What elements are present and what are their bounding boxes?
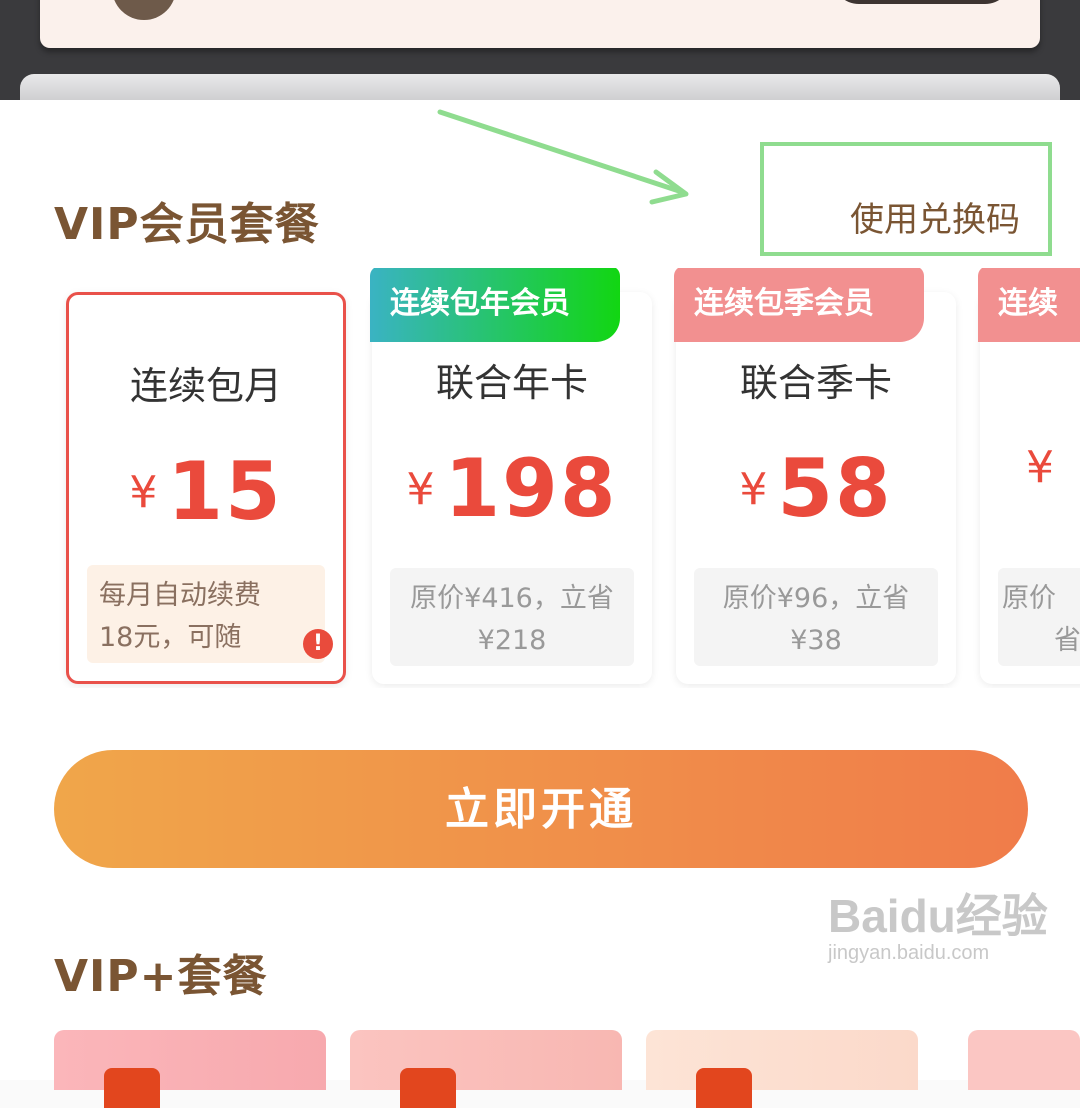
- vip-plus-icon: [104, 1068, 160, 1108]
- currency-symbol: ¥: [739, 464, 768, 515]
- open-now-button[interactable]: 立即开通: [54, 750, 1028, 868]
- package-card-partial[interactable]: 连续 ¥ 原价 省: [978, 268, 1080, 684]
- vip-plus-card[interactable]: [968, 1030, 1080, 1090]
- package-note: 原价¥96，立省 ¥38: [694, 568, 938, 666]
- package-name: 联合季卡: [739, 361, 892, 405]
- vip-plus-card[interactable]: [54, 1030, 326, 1108]
- package-price: ¥15: [69, 445, 343, 538]
- vip-plus-card[interactable]: [350, 1030, 622, 1108]
- vip-plus-card[interactable]: [646, 1030, 918, 1108]
- package-card-annual[interactable]: 连续包年会员 联合年卡 ¥198 原价¥416，立省 ¥218: [370, 268, 652, 684]
- annotation-arrow-icon: [437, 109, 689, 205]
- currency-symbol: ¥: [406, 464, 435, 515]
- note-line-1: 原价: [1002, 583, 1056, 614]
- note-line-1: 原价¥416，立省: [410, 583, 614, 614]
- vip-plus-section-title: VIP+套餐: [54, 951, 268, 1002]
- avatar: [112, 0, 176, 20]
- redeem-code-link[interactable]: 使用兑换码: [850, 192, 1020, 241]
- vip-plus-icon: [696, 1068, 752, 1108]
- package-list: 连续包月 ¥15 每月自动续费 18元，可随 ! 连续包年会员 联合年卡 ¥19…: [0, 268, 1080, 688]
- note-line-1: 原价¥96，立省: [722, 583, 910, 614]
- member-info-card: [40, 0, 1040, 48]
- price-amount: 15: [167, 445, 283, 538]
- view-details-button[interactable]: [832, 0, 1012, 4]
- package-badge: 连续包年会员: [370, 268, 620, 342]
- watermark-main: Baidu经验: [828, 890, 1048, 942]
- package-note: 每月自动续费 18元，可随: [87, 565, 325, 663]
- package-price: ¥: [980, 442, 1080, 498]
- package-badge: 连续包季会员: [674, 268, 924, 342]
- package-card-monthly[interactable]: 连续包月 ¥15 每月自动续费 18元，可随 !: [66, 292, 346, 684]
- vip-plus-icon: [400, 1068, 456, 1108]
- package-price: ¥58: [676, 442, 956, 535]
- package-price: ¥198: [372, 442, 652, 535]
- currency-symbol: ¥: [1026, 442, 1054, 493]
- package-note: 原价¥416，立省 ¥218: [390, 568, 634, 666]
- baidu-watermark: Baidu经验 jingyan.baidu.com: [828, 880, 1048, 965]
- vip-section-title: VIP会员套餐: [54, 199, 320, 250]
- package-note: 原价 省: [998, 568, 1080, 666]
- package-card-quarterly[interactable]: 连续包季会员 联合季卡 ¥58 原价¥96，立省 ¥38: [674, 268, 956, 684]
- package-name: 联合年卡: [435, 361, 588, 405]
- watermark-url: jingyan.baidu.com: [828, 942, 990, 964]
- note-line-2: ¥218: [477, 625, 547, 656]
- price-amount: 58: [777, 442, 893, 535]
- package-name: 连续包月: [129, 364, 282, 408]
- note-line-2: ¥38: [790, 625, 842, 656]
- info-alert-icon[interactable]: !: [303, 629, 333, 659]
- currency-symbol: ¥: [129, 467, 158, 518]
- package-badge: 连续: [978, 268, 1080, 342]
- note-line-1: 每月自动续费: [99, 580, 261, 611]
- card-shelf: [20, 74, 1060, 100]
- note-line-2: 省: [1054, 625, 1080, 656]
- price-amount: 198: [444, 442, 618, 535]
- note-line-2: 18元，可随: [99, 622, 242, 653]
